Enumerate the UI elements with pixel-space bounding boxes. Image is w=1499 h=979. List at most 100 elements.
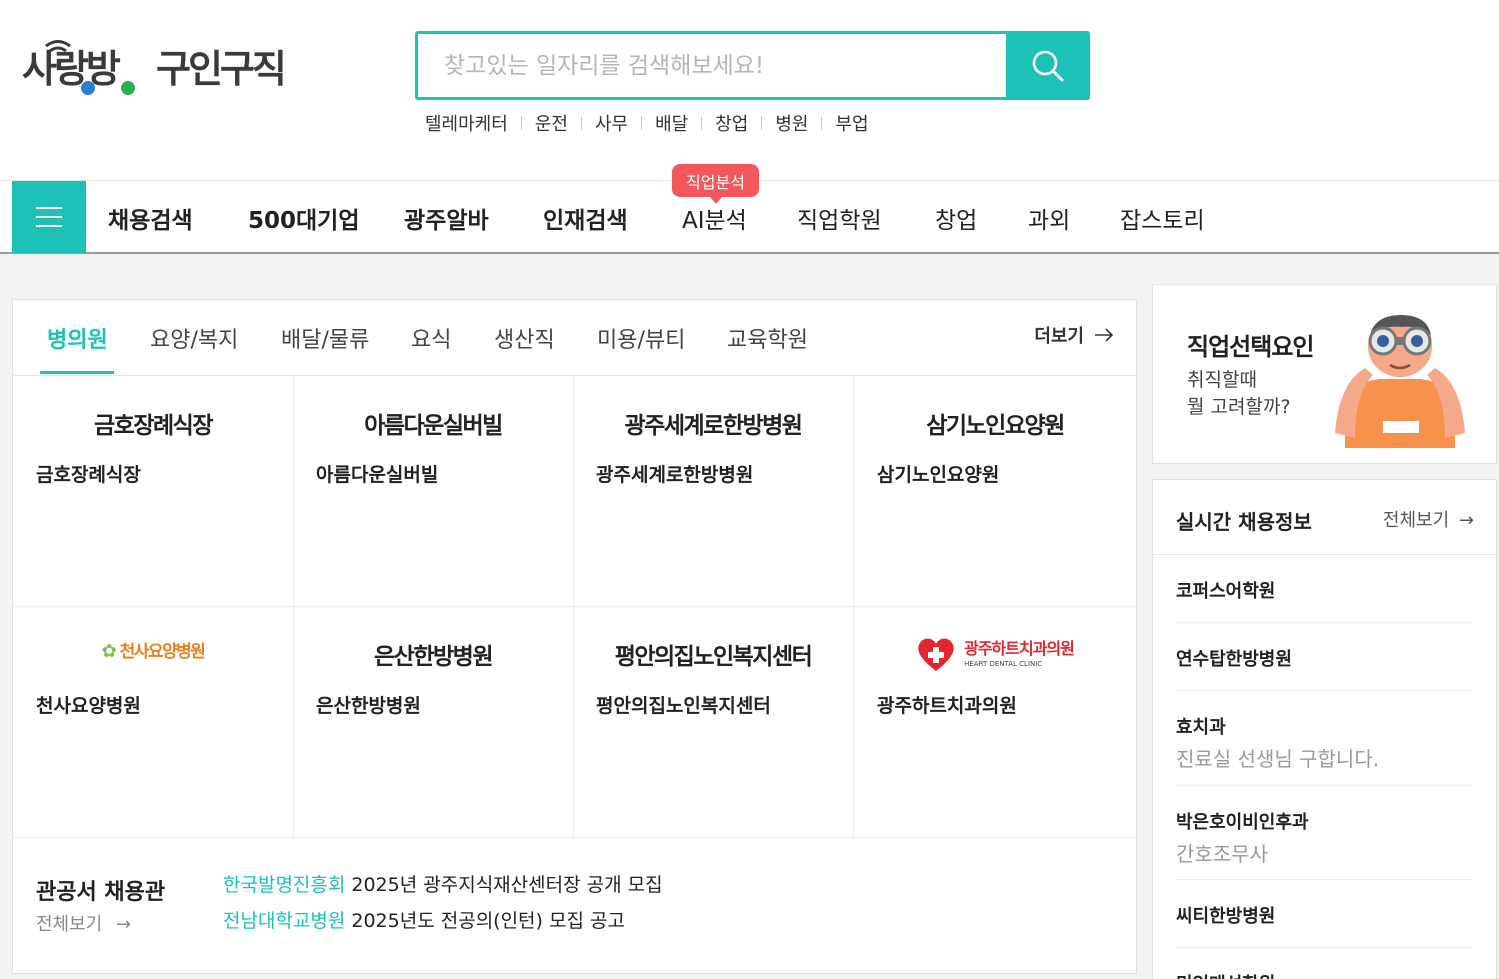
tab-food[interactable]: 요식 (411, 322, 451, 354)
divider (580, 116, 582, 130)
realtime-job-item[interactable]: 박은호이비인후과 간호조무사 (1176, 786, 1473, 880)
search-input[interactable] (418, 34, 1006, 97)
ai-analysis-badge: 직업분석 (672, 164, 759, 204)
company-card[interactable]: ✿ 천사요양병원 천사요양병원 (13, 607, 294, 838)
company-logo: 광주하트치과의원 HEART DENTAL CLINIC (854, 631, 1136, 677)
category-tabs: 병의원 요양/복지 배달/물류 요식 생산직 미용/뷰티 교육학원 더보기 (13, 300, 1136, 376)
nav-item-ai-analysis[interactable]: AI분석 (682, 201, 747, 235)
company-name: 금호장례식장 (36, 464, 141, 486)
job-company: 미인매선학원 (1176, 970, 1473, 979)
hamburger-icon (36, 225, 62, 227)
search-box (415, 31, 1090, 100)
realtime-jobs-more-link[interactable]: 전체보기 → (1383, 506, 1474, 532)
hamburger-menu-button[interactable] (12, 181, 86, 253)
divider (641, 116, 643, 130)
public-office-title: 관공서 채용관 (36, 880, 166, 905)
nav-item-job-search[interactable]: 채용검색 (108, 201, 193, 235)
nav-item-vocational-academy[interactable]: 직업학원 (797, 201, 882, 235)
keyword-link[interactable]: 병원 (775, 110, 808, 136)
svg-text:사랑방: 사랑방 (22, 47, 121, 91)
heart-icon (918, 638, 954, 671)
tab-production[interactable]: 생산직 (494, 322, 555, 354)
binoculars-person-illustration (1335, 315, 1465, 448)
divider (520, 116, 522, 130)
job-factor-banner[interactable]: 직업선택요인 취직할때 뭘 고려할까? (1152, 284, 1497, 464)
job-description: 간호조무사 (1176, 842, 1268, 866)
header: 사랑방 구인구직 텔레마케터 운전 사무 배달 창업 병원 부업 (0, 0, 1499, 180)
job-company: 씨티한방병원 (1176, 906, 1276, 927)
public-office-org: 전남대학교병원 (223, 910, 346, 932)
company-grid: 금호장례식장 금호장례식장 아름다운실버빌 아름다운실버빌 광주세계로한방병원 … (13, 376, 1136, 838)
arrow-right-icon: → (1458, 510, 1474, 531)
arrow-right-icon (1095, 328, 1114, 342)
company-card[interactable]: 금호장례식장 금호장례식장 (13, 376, 294, 607)
realtime-job-item[interactable]: 미인매선학원 (1176, 948, 1473, 979)
search-button[interactable] (1006, 31, 1090, 100)
hamburger-icon (36, 216, 62, 218)
banner-subtitle-line: 뭘 고려할까? (1187, 396, 1291, 418)
company-logo-subtext: HEART DENTAL CLINIC (964, 659, 1043, 668)
keyword-link[interactable]: 운전 (535, 110, 568, 136)
company-name: 광주세계로한방병원 (596, 464, 754, 486)
main-nav: 채용검색 500대기업 광주알바 인재검색 직업분석 AI분석 직업학원 창업 … (0, 164, 1499, 254)
tab-education[interactable]: 교육학원 (727, 322, 808, 354)
keyword-link[interactable]: 부업 (835, 110, 868, 136)
company-card[interactable]: 광주세계로한방병원 광주세계로한방병원 (573, 376, 854, 607)
more-link[interactable]: 더보기 (1034, 322, 1114, 348)
company-name: 은산한방병원 (316, 695, 421, 717)
popular-keywords: 텔레마케터 운전 사무 배달 창업 병원 부업 (425, 110, 869, 136)
job-description: 진료실 선생님 구합니다. (1176, 747, 1380, 771)
tab-clinic[interactable]: 병의원 (47, 322, 108, 354)
public-office-item[interactable]: 한국발명진흥회 2025년 광주지식재산센터장 공개 모집 (223, 870, 663, 897)
divider (821, 116, 823, 130)
keyword-link[interactable]: 배달 (655, 110, 688, 136)
nav-item-talent-search[interactable]: 인재검색 (543, 201, 628, 235)
realtime-job-item[interactable]: 코퍼스어학원 (1176, 555, 1473, 623)
keyword-link[interactable]: 텔레마케터 (425, 110, 508, 136)
company-name: 평안의집노인복지센터 (596, 695, 771, 717)
search-icon (1032, 50, 1064, 81)
site-logo[interactable]: 사랑방 구인구직 (22, 36, 302, 100)
tab-care-welfare[interactable]: 요양/복지 (150, 322, 238, 354)
company-card[interactable]: 평안의집노인복지센터 평안의집노인복지센터 (573, 607, 854, 838)
company-card[interactable]: 은산한방병원 은산한방병원 (293, 607, 574, 838)
realtime-jobs-header: 실시간 채용정보 전체보기 → (1153, 480, 1496, 555)
company-logo: 평안의집노인복지센터 (614, 644, 813, 670)
realtime-job-item[interactable]: 효치과 진료실 선생님 구합니다. (1176, 691, 1473, 786)
job-company: 효치과 (1176, 717, 1226, 738)
public-office-more-label: 전체보기 (36, 914, 103, 935)
active-tab-indicator (40, 371, 114, 374)
nav-item-top500[interactable]: 500대기업 (248, 201, 360, 235)
category-panel: 병의원 요양/복지 배달/물류 요식 생산직 미용/뷰티 교육학원 더보기 금호… (12, 299, 1137, 974)
public-office-more-link[interactable]: 전체보기 → (36, 910, 131, 936)
job-company: 연수탑한방병원 (1176, 649, 1292, 670)
realtime-job-item[interactable]: 연수탑한방병원 (1176, 623, 1473, 691)
nav-item-job-story[interactable]: 잡스토리 (1120, 201, 1205, 235)
job-company: 코퍼스어학원 (1176, 581, 1276, 602)
nav-item-gwangju-alba[interactable]: 광주알바 (404, 201, 489, 235)
public-office-text: 2025년 광주지식재산센터장 공개 모집 (351, 874, 663, 896)
tab-delivery-logistics[interactable]: 배달/물류 (281, 322, 369, 354)
public-office-org: 한국발명진흥회 (223, 874, 346, 896)
public-office-text: 2025년도 전공의(인턴) 모집 공고 (351, 910, 625, 932)
company-name: 삼기노인요양원 (877, 464, 1000, 486)
hamburger-icon (36, 207, 62, 209)
keyword-link[interactable]: 사무 (595, 110, 628, 136)
public-office-section: 관공서 채용관 전체보기 → 한국발명진흥회 2025년 광주지식재산센터장 공개… (13, 838, 1136, 973)
nav-item-startup[interactable]: 창업 (935, 201, 977, 235)
tab-beauty[interactable]: 미용/뷰티 (597, 322, 685, 354)
banner-title: 직업선택요인 (1187, 333, 1314, 361)
company-card[interactable]: 광주하트치과의원 HEART DENTAL CLINIC 광주하트치과의원 (854, 607, 1136, 838)
company-card[interactable]: 아름다운실버빌 아름다운실버빌 (293, 376, 574, 607)
divider (761, 116, 763, 130)
public-office-item[interactable]: 전남대학교병원 2025년도 전공의(인턴) 모집 공고 (223, 906, 625, 933)
banner-subtitle: 취직할때 뭘 고려할까? (1187, 367, 1291, 421)
realtime-jobs-panel: 실시간 채용정보 전체보기 → 코퍼스어학원 연수탑한방병원 효치과 진료실 선… (1152, 479, 1497, 979)
nav-item-tutoring[interactable]: 과외 (1028, 201, 1070, 235)
company-logo: 광주세계로한방병원 (624, 413, 803, 439)
realtime-job-item[interactable]: 씨티한방병원 (1176, 880, 1473, 948)
company-card[interactable]: 삼기노인요양원 삼기노인요양원 (854, 376, 1136, 607)
company-logo: ✿ 천사요양병원 (13, 637, 293, 673)
keyword-link[interactable]: 창업 (715, 110, 748, 136)
angel-icon: ✿ (101, 641, 117, 662)
